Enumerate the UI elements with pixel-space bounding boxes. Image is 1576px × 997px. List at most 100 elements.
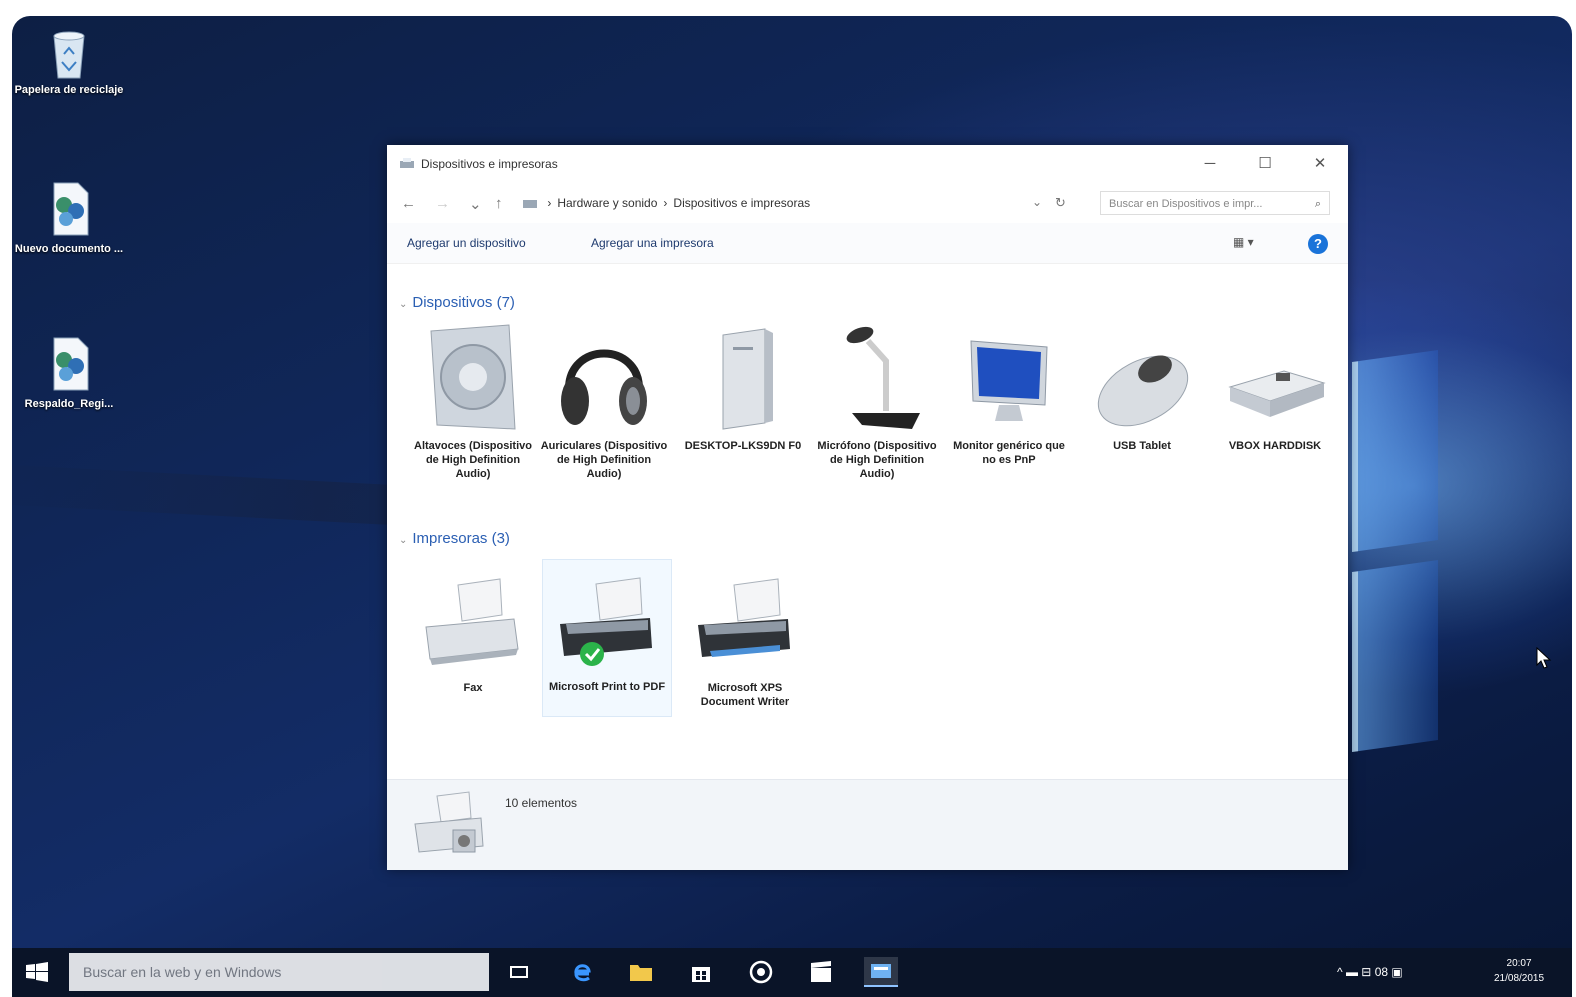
recent-locations-button[interactable]: ⌄: [469, 195, 482, 213]
printers-group-label: Impresoras (3): [412, 530, 510, 547]
fax-icon: [425, 578, 519, 665]
up-button[interactable]: ↑: [495, 195, 503, 212]
microphone-icon: [846, 326, 920, 429]
help-button[interactable]: ?: [1308, 234, 1328, 254]
maximize-button[interactable]: ☐: [1242, 151, 1288, 177]
command-bar: Agregar un dispositivo Agregar una impre…: [387, 223, 1348, 264]
speaker-icon: [430, 324, 516, 430]
title-bar[interactable]: Dispositivos e impresoras ─ ☐ ✕: [387, 145, 1348, 183]
store-button[interactable]: [684, 957, 718, 987]
desktop-icon-label: Nuevo documento ...: [14, 243, 124, 255]
address-bar[interactable]: › Hardware y sonido › Dispositivos e impres…: [522, 192, 1082, 214]
control-panel-icon: [871, 964, 891, 978]
desktop-icon-label: Respaldo_Regi...: [24, 398, 114, 410]
media-player-icon: [749, 960, 773, 984]
task-view-button[interactable]: [502, 957, 536, 987]
wallpaper-windows-logo: [1352, 336, 1452, 776]
media-player-button[interactable]: [744, 957, 778, 987]
headphones-icon: [561, 349, 647, 425]
desktop-icon-backup[interactable]: Respaldo_Regi...: [14, 334, 124, 411]
search-placeholder: Buscar en Dispositivos e impr...: [1109, 198, 1263, 210]
address-row: ← → ⌄ ↑ › Hardware y sonido › Dispositivos …: [387, 183, 1348, 223]
video-app-button[interactable]: [804, 957, 838, 987]
window-title: Dispositivos e impresoras: [421, 157, 558, 171]
control-panel-icon: [523, 199, 537, 208]
taskbar: Buscar en la web y en Windows ^ ▬ ⊟ 08 ▣…: [12, 948, 1572, 997]
device-vbox-harddisk[interactable]: VBOX HARDDISK: [1211, 321, 1339, 453]
close-button[interactable]: ✕: [1297, 151, 1343, 177]
printer-label: Microsoft Print to PDF: [548, 681, 666, 693]
taskbar-search-input[interactable]: Buscar en la web y en Windows: [69, 953, 489, 991]
device-headphones[interactable]: Auriculares (Dispositivo de High Definit…: [540, 321, 668, 481]
devices-group-header[interactable]: ⌄ Dispositivos (7): [399, 294, 515, 311]
device-speakers[interactable]: Altavoces (Dispositivo de High Definitio…: [409, 321, 537, 481]
desktop-icon-label: Papelera de reciclaje: [14, 84, 124, 96]
desktop-icon-recycle-bin[interactable]: Papelera de reciclaje: [14, 26, 124, 97]
printer-label: Fax: [463, 682, 483, 694]
devices-printers-icon: [399, 157, 415, 176]
printer-fax[interactable]: Fax: [409, 575, 537, 695]
edge-button[interactable]: [564, 957, 598, 987]
search-input[interactable]: Buscar en Dispositivos e impr... ⌕: [1100, 191, 1330, 215]
device-microphone[interactable]: Micrófono (Dispositivo de High Definitio…: [813, 321, 941, 481]
task-view-icon: [510, 966, 528, 978]
monitor-icon: [970, 340, 1048, 421]
store-icon: [692, 967, 710, 982]
harddisk-icon: [1228, 370, 1326, 417]
clock-date: 21/08/2015: [1494, 973, 1545, 984]
device-label: Micrófono (Dispositivo de High Definitio…: [817, 440, 937, 480]
clock-time: 20:07: [1506, 958, 1532, 969]
desktop: Papelera de reciclaje Nuevo documento ..…: [12, 16, 1572, 997]
printer-label: Microsoft XPS Document Writer: [700, 682, 790, 708]
edge-icon: [574, 964, 591, 982]
add-device-button[interactable]: Agregar un dispositivo: [407, 236, 526, 250]
devices-printers-window: Dispositivos e impresoras ─ ☐ ✕ ← → ⌄ ↑ …: [387, 145, 1348, 870]
device-label: Auriculares (Dispositivo de High Definit…: [540, 440, 668, 480]
mouse-cursor-icon: [1536, 647, 1552, 669]
breadcrumb-hardware[interactable]: Hardware y sonido: [557, 196, 657, 210]
document-icon: [53, 337, 89, 391]
device-desktop-computer[interactable]: DESKTOP-LKS9DN F0: [679, 321, 807, 453]
view-options-button[interactable]: ▦ ▾: [1233, 235, 1254, 249]
add-printer-button[interactable]: Agregar una impresora: [591, 236, 714, 250]
address-dropdown-button[interactable]: ⌄: [1032, 195, 1042, 209]
windows-start-icon[interactable]: [26, 962, 48, 982]
folder-icon: [630, 965, 652, 981]
document-icon: [53, 182, 89, 236]
item-count: 10 elementos: [505, 796, 578, 810]
breadcrumb-separator: ›: [663, 196, 668, 210]
recycle-bin-icon: [53, 31, 85, 79]
devices-printers-icon: [414, 791, 484, 853]
details-pane: 10 elementos: [387, 779, 1348, 870]
chevron-down-icon: ⌄: [399, 299, 408, 310]
desktop-icon-document[interactable]: Nuevo documento ...: [14, 179, 124, 256]
mouse-icon: [1097, 355, 1189, 427]
clapperboard-icon: [811, 961, 831, 982]
search-icon: ⌕: [1314, 198, 1321, 210]
minimize-button[interactable]: ─: [1187, 151, 1233, 177]
device-label: VBOX HARDDISK: [1228, 440, 1322, 452]
devices-group-label: Dispositivos (7): [412, 294, 515, 311]
device-label: DESKTOP-LKS9DN F0: [684, 440, 802, 452]
device-usb-tablet[interactable]: USB Tablet: [1078, 321, 1206, 453]
default-printer-check-icon: [580, 642, 604, 666]
breadcrumb-devices[interactable]: Dispositivos e impresoras: [673, 196, 810, 210]
chevron-down-icon: ⌄: [399, 535, 408, 546]
printer-microsoft-xps-writer[interactable]: Microsoft XPS Document Writer: [681, 575, 809, 709]
refresh-button[interactable]: ↻: [1055, 195, 1066, 211]
taskbar-clock[interactable]: 20:07 21/08/2015: [1494, 956, 1544, 986]
back-button[interactable]: ←: [401, 195, 416, 212]
printer-icon: [560, 577, 652, 666]
device-monitor[interactable]: Monitor genérico que no es PnP: [945, 321, 1073, 467]
control-panel-taskbar-button[interactable]: [864, 957, 898, 987]
printer-icon: [698, 578, 790, 657]
file-explorer-button[interactable]: [624, 957, 658, 987]
device-label: Altavoces (Dispositivo de High Definitio…: [414, 440, 532, 480]
system-tray-icons[interactable]: ^ ▬ ⊟ 08 ▣: [1337, 965, 1403, 979]
device-label: USB Tablet: [1113, 440, 1171, 452]
forward-button[interactable]: →: [435, 195, 450, 212]
computer-icon: [722, 328, 773, 430]
printers-group-header[interactable]: ⌄ Impresoras (3): [399, 530, 510, 547]
printer-microsoft-print-to-pdf[interactable]: Microsoft Print to PDF: [542, 559, 672, 717]
device-label: Monitor genérico que no es PnP: [953, 440, 1065, 466]
